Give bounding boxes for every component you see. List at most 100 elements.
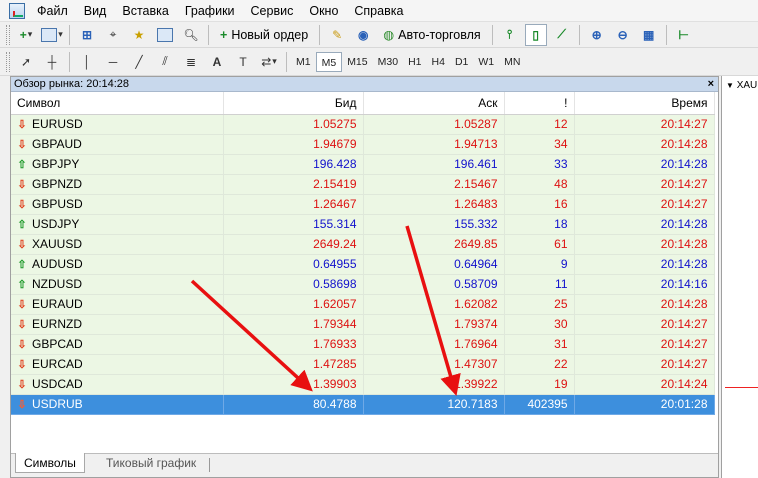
ask-cell: 120.7183 (363, 394, 505, 415)
table-row[interactable]: ⇩ GBPUSD 1.26467 1.26483 16 20:14:27 (11, 194, 715, 215)
new-chart-button[interactable]: + ▾ (15, 24, 37, 46)
table-row[interactable]: ⇩ USDCAD 1.39903 1.39922 19 20:14:24 (11, 374, 715, 395)
table-row[interactable]: ⇩ EURAUD 1.62057 1.62082 25 20:14:28 (11, 294, 715, 315)
time-cell: 20:14:28 (574, 154, 715, 175)
strategy-tester-icon[interactable]: 🔍︎ (180, 24, 202, 46)
menu-tools[interactable]: Сервис (243, 0, 302, 22)
symbol-cell: ⇩ EURCAD (11, 354, 224, 375)
text-icon[interactable]: A (206, 51, 228, 73)
fibonacci-icon[interactable]: ≣ (180, 51, 202, 73)
spread-cell: 16 (504, 194, 575, 215)
table-row[interactable]: ⇩ GBPNZD 2.15419 2.15467 48 20:14:27 (11, 174, 715, 195)
time-cell: 20:14:28 (574, 294, 715, 315)
column-header-time[interactable]: Время (574, 92, 715, 115)
toolbar-grip[interactable] (6, 51, 10, 72)
market-watch-icon[interactable]: ⊞ (76, 24, 98, 46)
horizontal-line-icon[interactable]: ─ (102, 51, 124, 73)
timeframe-m5[interactable]: M5 (315, 51, 343, 72)
navigator-icon[interactable]: ★ (128, 24, 150, 46)
table-row[interactable]: ⇩ EURCAD 1.47285 1.47307 22 20:14:27 (11, 354, 715, 375)
bid-cell: 80.4788 (223, 394, 364, 415)
spread-cell: 9 (504, 254, 575, 275)
menu-charts[interactable]: Графики (177, 0, 243, 22)
symbol-name: NZDUSD (32, 277, 82, 291)
bid-cell: 1.79344 (223, 314, 364, 335)
bid-cell: 196.428 (223, 154, 364, 175)
bid-cell: 1.26467 (223, 194, 364, 215)
bid-cell: 1.62057 (223, 294, 364, 315)
timeframe-m15[interactable]: M15 (342, 52, 372, 72)
timeframe-h1[interactable]: H1 (403, 52, 426, 72)
menu-insert[interactable]: Вставка (114, 0, 176, 22)
ask-cell: 1.76964 (363, 334, 505, 355)
symbol-cell: ⇩ USDRUB (11, 394, 224, 415)
spread-cell: 25 (504, 294, 575, 315)
price-down-icon: ⇩ (17, 359, 27, 371)
symbol-name: EURCAD (32, 357, 83, 371)
chart-shift-icon[interactable]: ⊢ (673, 24, 695, 46)
table-row[interactable]: ⇩ EURUSD 1.05275 1.05287 12 20:14:27 (11, 114, 715, 135)
symbol-name: USDCAD (32, 377, 83, 391)
table-row[interactable]: ⇧ NZDUSD 0.58698 0.58709 11 20:14:16 (11, 274, 715, 295)
time-cell: 20:14:28 (574, 134, 715, 155)
table-row[interactable]: ⇧ GBPJPY 196.428 196.461 33 20:14:28 (11, 154, 715, 175)
timeframe-d1[interactable]: D1 (450, 52, 473, 72)
vertical-line-icon[interactable]: │ (76, 51, 98, 73)
column-header-spread[interactable]: ! (504, 92, 575, 115)
profiles-button[interactable]: ▾ (41, 24, 63, 46)
table-row[interactable]: ⇩ USDRUB 80.4788 120.7183 402395 20:01:28 (11, 394, 715, 415)
table-row[interactable]: ⇧ USDJPY 155.314 155.332 18 20:14:28 (11, 214, 715, 235)
table-row[interactable]: ⇩ GBPCAD 1.76933 1.76964 31 20:14:27 (11, 334, 715, 355)
price-up-icon: ⇧ (17, 279, 27, 291)
symbol-name: XAUUSD (32, 237, 83, 251)
column-header-symbol[interactable]: Символ (11, 92, 224, 115)
line-chart-icon[interactable]: ⟋ (551, 24, 573, 46)
tab-symbols[interactable]: Символы (15, 453, 85, 473)
autotrading-button[interactable]: ◍ Авто-торговля (378, 24, 485, 46)
app-chart-icon[interactable] (9, 2, 25, 19)
time-cell: 20:01:28 (574, 394, 715, 415)
bar-chart-icon[interactable]: ⫯ (499, 24, 521, 46)
arrows-icon[interactable]: ⇄ ▾ (258, 51, 280, 73)
candlestick-chart-icon[interactable]: ▯ (524, 23, 547, 46)
table-row[interactable]: ⇩ GBPAUD 1.94679 1.94713 34 20:14:28 (11, 134, 715, 155)
equidistant-channel-icon[interactable]: ⫽ (154, 51, 176, 73)
timeframe-m30[interactable]: M30 (373, 52, 403, 72)
zoom-in-icon[interactable]: ⊕ (586, 24, 608, 46)
tab-tick-chart[interactable]: Тиковый график (98, 453, 204, 473)
data-window-icon[interactable]: ⌖ (102, 24, 124, 46)
text-label-icon[interactable]: T (232, 51, 254, 73)
toolbar-grip[interactable] (6, 24, 10, 45)
close-icon[interactable]: × (708, 77, 714, 92)
crosshair-icon[interactable]: ┼ (41, 51, 63, 73)
menu-view[interactable]: Вид (76, 0, 115, 22)
bid-cell: 2.15419 (223, 174, 364, 195)
menu-help[interactable]: Справка (346, 0, 411, 22)
zoom-out-icon[interactable]: ⊖ (612, 24, 634, 46)
tile-windows-icon[interactable]: ▦ (638, 24, 660, 46)
symbol-name: USDJPY (32, 217, 80, 231)
metaeditor-icon[interactable]: ✎ (326, 24, 348, 46)
menu-window[interactable]: Окно (301, 0, 346, 22)
table-row[interactable]: ⇩ XAUUSD 2649.24 2649.85 61 20:14:28 (11, 234, 715, 255)
column-header-ask[interactable]: Аск (363, 92, 505, 115)
chart-panel[interactable]: ▼ XAU (721, 76, 758, 478)
trendline-icon[interactable]: ╱ (128, 51, 150, 73)
ask-cell: 2.15467 (363, 174, 505, 195)
standard-toolbar: + ▾ ▾ ⊞ ⌖ ★ 🔍︎ + Новый ордер ✎ ◉ ◍ Авто-тор… (0, 22, 758, 48)
terminal-icon[interactable] (154, 24, 176, 46)
new-order-button[interactable]: + Новый ордер (215, 24, 313, 46)
timeframe-m1[interactable]: M1 (291, 52, 316, 72)
menu-file[interactable]: Файл (29, 0, 76, 22)
column-header-bid[interactable]: Бид (223, 92, 364, 115)
bid-cell: 1.39903 (223, 374, 364, 395)
symbol-name: AUDUSD (32, 257, 83, 271)
cursor-icon[interactable]: ➚ (15, 51, 37, 73)
timeframe-mn[interactable]: MN (499, 52, 525, 72)
timeframe-h4[interactable]: H4 (427, 52, 450, 72)
market-watch-tabs: Символы Тиковый график (11, 453, 718, 477)
table-row[interactable]: ⇧ AUDUSD 0.64955 0.64964 9 20:14:28 (11, 254, 715, 275)
signals-icon[interactable]: ◉ (352, 24, 374, 46)
timeframe-w1[interactable]: W1 (473, 52, 499, 72)
table-row[interactable]: ⇩ EURNZD 1.79344 1.79374 30 20:14:27 (11, 314, 715, 335)
